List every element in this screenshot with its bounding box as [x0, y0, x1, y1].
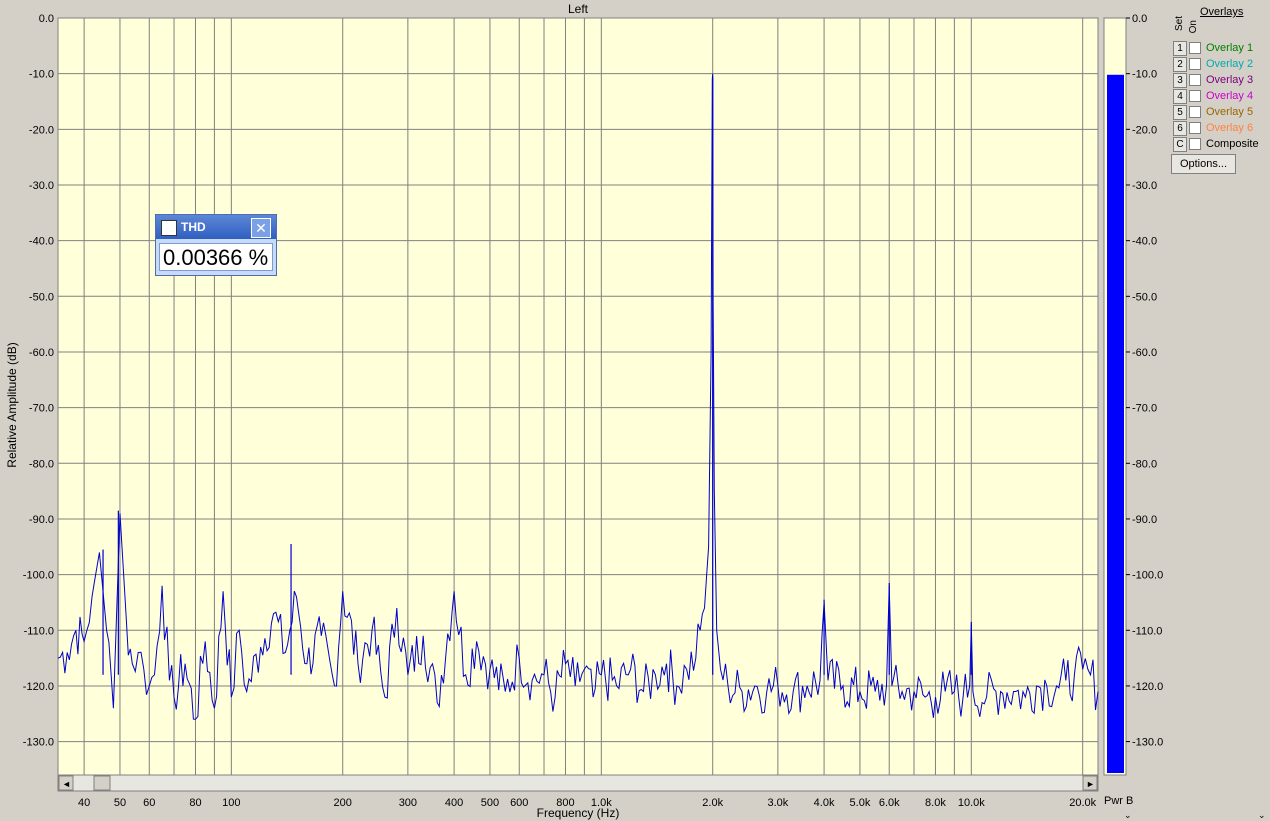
- overlay-set-button[interactable]: C: [1173, 137, 1187, 152]
- overlay-label: Overlay 6: [1206, 122, 1254, 134]
- options-button[interactable]: Options...: [1171, 154, 1236, 174]
- y-tick-label: -120.0: [23, 681, 54, 693]
- overlays-heading[interactable]: Overlays: [1200, 6, 1243, 18]
- thd-title: THD: [181, 220, 206, 234]
- overlay-label: Overlay 5: [1206, 106, 1254, 118]
- overlay-row-2: 2 Overlay 2: [1173, 57, 1270, 72]
- x-tick-label: 100: [222, 797, 240, 809]
- meter-tick-label: -10.0: [1132, 69, 1157, 81]
- x-tick-label: 300: [399, 797, 417, 809]
- x-tick-label: 5.0k: [850, 797, 871, 809]
- y-tick-label: -40.0: [29, 236, 54, 248]
- y-tick-label: -10.0: [29, 69, 54, 81]
- overlay-on-checkbox[interactable]: [1189, 74, 1201, 86]
- overlay-on-checkbox[interactable]: [1189, 138, 1201, 150]
- scroll-thumb[interactable]: [93, 775, 111, 791]
- on-column-label: On: [1188, 20, 1199, 34]
- scroll-right-icon: ►: [1086, 779, 1095, 789]
- y-tick-label: -100.0: [23, 570, 54, 582]
- meter-tick-label: -120.0: [1132, 681, 1163, 693]
- overlay-set-button[interactable]: 3: [1173, 73, 1187, 88]
- waveform-icon: [161, 220, 177, 236]
- y-tick-label: 0.0: [39, 13, 54, 25]
- meter-tick-label: -40.0: [1132, 236, 1157, 248]
- thd-window[interactable]: THD ✕ 0.00366 %: [155, 214, 277, 276]
- overlay-set-button[interactable]: 1: [1173, 41, 1187, 56]
- overlay-label: Overlay 3: [1206, 74, 1254, 86]
- y-tick-label: -20.0: [29, 124, 54, 136]
- scroll-left-icon: ◄: [62, 779, 71, 789]
- meter-tick-label: -110.0: [1132, 625, 1162, 637]
- overlay-label: Overlay 4: [1206, 90, 1254, 102]
- meter-tick-label: 0.0: [1132, 13, 1147, 25]
- meter-tick-label: -100.0: [1132, 570, 1163, 582]
- x-tick-label: 500: [481, 797, 499, 809]
- y-tick-label: -90.0: [29, 514, 54, 526]
- corner-resize-icon[interactable]: ⌄: [1258, 810, 1266, 820]
- y-tick-label: -50.0: [29, 291, 54, 303]
- overlay-row-4: 4 Overlay 4: [1173, 89, 1270, 104]
- x-tick-label: 50: [114, 797, 126, 809]
- meter-tick-label: -20.0: [1132, 124, 1157, 136]
- spectrum-chart[interactable]: 0.0 -10.0 -20.0 -30.0 -40.0 -50.0 -60.0 -70.0 -8…: [0, 0, 1270, 821]
- x-tick-label: 80: [189, 797, 201, 809]
- x-tick-label: 4.0k: [814, 797, 835, 809]
- overlay-on-checkbox[interactable]: [1189, 122, 1201, 134]
- x-tick-label: 2.0k: [702, 797, 723, 809]
- overlay-row-5: 5 Overlay 5: [1173, 105, 1270, 120]
- meter-tick-label: -130.0: [1132, 737, 1163, 749]
- overlay-label: Composite: [1206, 138, 1259, 150]
- x-tick-label: 6.0k: [879, 797, 900, 809]
- x-scrollbar[interactable]: [57, 774, 1099, 792]
- overlay-row-C: C Composite: [1173, 137, 1270, 152]
- thd-titlebar[interactable]: THD ✕: [156, 215, 276, 239]
- x-tick-label: 400: [445, 797, 463, 809]
- close-icon[interactable]: ✕: [251, 218, 271, 238]
- overlay-set-button[interactable]: 6: [1173, 121, 1187, 136]
- meter-tick-label: -60.0: [1132, 347, 1157, 359]
- meter-tick-labels: 0.0 -10.0 -20.0 -30.0 -40.0 -50.0 -60.0 -70.0 -8…: [1126, 13, 1163, 749]
- meter-resize-icon[interactable]: ⌄: [1124, 810, 1132, 820]
- x-tick-labels: 40 50 60 80 100 200 300 400 500 600 800 1.0k 2.0k 3.0…: [78, 797, 1097, 809]
- set-column-label: Set: [1174, 16, 1185, 32]
- overlay-set-button[interactable]: 4: [1173, 89, 1187, 104]
- overlay-set-button[interactable]: 2: [1173, 57, 1187, 72]
- x-tick-label: 8.0k: [925, 797, 946, 809]
- overlay-row-6: 6 Overlay 6: [1173, 121, 1270, 136]
- overlay-on-checkbox[interactable]: [1189, 106, 1201, 118]
- x-tick-label: 200: [334, 797, 352, 809]
- x-tick-label: 3.0k: [767, 797, 788, 809]
- meter-tick-label: -30.0: [1132, 180, 1157, 192]
- overlay-row-1: 1 Overlay 1: [1173, 41, 1270, 56]
- overlay-row-3: 3 Overlay 3: [1173, 73, 1270, 88]
- x-tick-label: 10.0k: [958, 797, 985, 809]
- overlay-label: Overlay 2: [1206, 58, 1254, 70]
- overlay-on-checkbox[interactable]: [1189, 58, 1201, 70]
- thd-value: 0.00366 %: [159, 243, 273, 271]
- y-tick-label: -80.0: [29, 458, 54, 470]
- meter-fill: [1107, 74, 1124, 773]
- y-tick-label: -70.0: [29, 403, 54, 415]
- meter-tick-label: -50.0: [1132, 291, 1157, 303]
- meter-tick-label: -90.0: [1132, 514, 1157, 526]
- meter-tick-label: -70.0: [1132, 403, 1157, 415]
- overlay-set-button[interactable]: 5: [1173, 105, 1187, 120]
- meter-label: Pwr B: [1104, 795, 1134, 807]
- overlay-on-checkbox[interactable]: [1189, 90, 1201, 102]
- x-tick-label: 600: [510, 797, 528, 809]
- y-tick-label: -110.0: [24, 625, 54, 637]
- meter-tick-label: -80.0: [1132, 458, 1157, 470]
- x-tick-label: 60: [143, 797, 155, 809]
- y-tick-label: -60.0: [29, 347, 54, 359]
- y-tick-label: -30.0: [29, 180, 54, 192]
- x-tick-label: 20.0k: [1069, 797, 1096, 809]
- x-tick-label: 40: [78, 797, 90, 809]
- x-tick-label: 800: [556, 797, 574, 809]
- overlay-on-checkbox[interactable]: [1189, 42, 1201, 54]
- y-tick-label: -130.0: [23, 737, 54, 749]
- x-tick-label: 1.0k: [591, 797, 612, 809]
- y-tick-labels: 0.0 -10.0 -20.0 -30.0 -40.0 -50.0 -60.0 -70.0 -8…: [23, 13, 54, 749]
- overlay-label: Overlay 1: [1206, 42, 1254, 54]
